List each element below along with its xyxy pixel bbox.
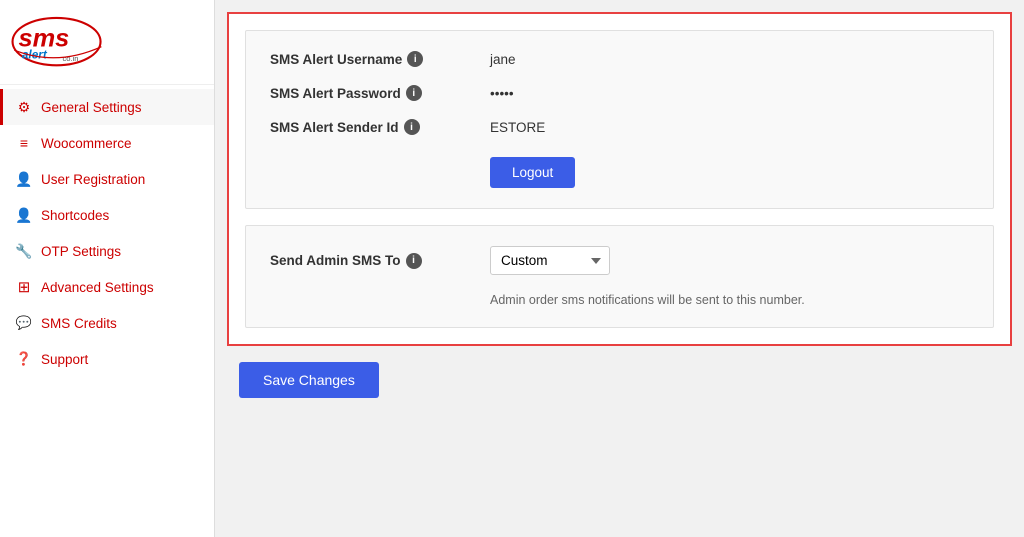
logout-row: Logout	[270, 153, 969, 188]
password-row: SMS Alert Password i •••••	[270, 85, 969, 101]
sidebar-item-otp-settings[interactable]: 🔧 OTP Settings	[0, 233, 214, 269]
sidebar-item-user-registration[interactable]: 👤 User Registration	[0, 161, 214, 197]
username-value: jane	[490, 52, 516, 67]
sidebar-label-support: Support	[41, 352, 88, 367]
password-value: •••••	[490, 86, 514, 101]
sidebar-item-woocommerce[interactable]: ≡ Woocommerce	[0, 125, 214, 161]
sidebar-item-general-settings[interactable]: ⚙ General Settings	[0, 89, 214, 125]
save-changes-button[interactable]: Save Changes	[239, 362, 379, 398]
user-icon: 👤	[15, 170, 33, 188]
sidebar-item-sms-credits[interactable]: 💬 SMS Credits	[0, 305, 214, 341]
sidebar-label-woocommerce: Woocommerce	[41, 136, 132, 151]
sidebar-label-shortcodes: Shortcodes	[41, 208, 109, 223]
admin-sms-info-icon[interactable]: i	[406, 253, 422, 269]
logo-area: sms alert co.in	[0, 0, 214, 85]
admin-sms-note: Admin order sms notifications will be se…	[490, 293, 969, 307]
username-label: SMS Alert Username i	[270, 51, 490, 67]
comment-icon: 💬	[15, 314, 33, 332]
sidebar-label-general-settings: General Settings	[41, 100, 142, 115]
sidebar-label-user-registration: User Registration	[41, 172, 145, 187]
sidebar-label-sms-credits: SMS Credits	[41, 316, 117, 331]
username-row: SMS Alert Username i jane	[270, 51, 969, 67]
list-icon: ≡	[15, 134, 33, 152]
sender-info-icon[interactable]: i	[404, 119, 420, 135]
sender-value: ESTORE	[490, 120, 545, 135]
admin-sms-dropdown[interactable]: Custom Admin Other	[490, 246, 610, 275]
sidebar-label-otp-settings: OTP Settings	[41, 244, 121, 259]
sender-label: SMS Alert Sender Id i	[270, 119, 490, 135]
sender-row: SMS Alert Sender Id i ESTORE	[270, 119, 969, 135]
sidebar-label-advanced-settings: Advanced Settings	[41, 280, 154, 295]
advanced-icon: ⊞	[15, 278, 33, 296]
credentials-section: SMS Alert Username i jane SMS Alert Pass…	[245, 30, 994, 209]
password-label: SMS Alert Password i	[270, 85, 490, 101]
wrench-icon: 🔧	[15, 242, 33, 260]
password-info-icon[interactable]: i	[406, 85, 422, 101]
admin-sms-section: Send Admin SMS To i Custom Admin Other A…	[245, 225, 994, 328]
main-content: SMS Alert Username i jane SMS Alert Pass…	[215, 0, 1024, 537]
nav-menu: ⚙ General Settings ≡ Woocommerce 👤 User …	[0, 85, 214, 377]
sidebar-item-advanced-settings[interactable]: ⊞ Advanced Settings	[0, 269, 214, 305]
save-area: Save Changes	[227, 346, 1012, 414]
logo-container: sms alert co.in	[10, 12, 204, 72]
content-wrapper: SMS Alert Username i jane SMS Alert Pass…	[227, 12, 1012, 346]
logout-button[interactable]: Logout	[490, 157, 575, 188]
gear-icon: ⚙	[15, 98, 33, 116]
sidebar-item-shortcodes[interactable]: 👤 Shortcodes	[0, 197, 214, 233]
shortcodes-icon: 👤	[15, 206, 33, 224]
sidebar-item-support[interactable]: ❓ Support	[0, 341, 214, 377]
smsalert-logo: sms alert co.in	[10, 12, 120, 72]
admin-sms-row: Send Admin SMS To i Custom Admin Other	[270, 246, 969, 275]
admin-sms-label: Send Admin SMS To i	[270, 253, 490, 269]
question-icon: ❓	[15, 350, 33, 368]
username-info-icon[interactable]: i	[407, 51, 423, 67]
sidebar: sms alert co.in ⚙ General Settings ≡ Woo…	[0, 0, 215, 537]
